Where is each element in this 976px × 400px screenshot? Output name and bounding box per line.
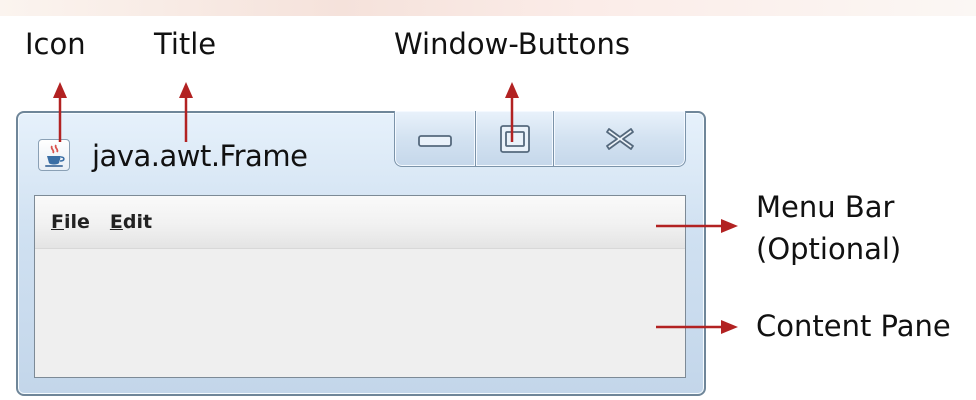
frame-window: java.awt.Frame File Edit [16, 111, 706, 396]
client-area: File Edit [34, 195, 686, 378]
label-icon: Icon [25, 27, 86, 61]
menu-file[interactable]: File [51, 211, 90, 233]
background-band [0, 0, 976, 16]
maximize-button[interactable] [476, 111, 554, 167]
label-menu-bar: Menu Bar (Optional) [756, 186, 961, 270]
maximize-icon [499, 124, 530, 153]
menu-bar: File Edit [35, 196, 685, 249]
window-title: java.awt.Frame [92, 139, 308, 173]
window-buttons [394, 111, 686, 167]
content-pane[interactable] [35, 249, 685, 377]
label-window-buttons: Window-Buttons [394, 27, 631, 61]
label-content-pane: Content Pane [756, 309, 951, 343]
java-cup-icon[interactable] [38, 139, 70, 171]
title-bar[interactable]: java.awt.Frame [18, 111, 704, 195]
minimize-icon [418, 134, 452, 147]
close-icon [605, 127, 634, 150]
minimize-button[interactable] [394, 111, 476, 167]
label-menu-bar-line2: (Optional) [756, 232, 902, 267]
label-title: Title [154, 27, 217, 61]
label-menu-bar-line1: Menu Bar [756, 190, 895, 224]
menu-edit[interactable]: Edit [110, 211, 152, 233]
close-button[interactable] [554, 111, 686, 167]
